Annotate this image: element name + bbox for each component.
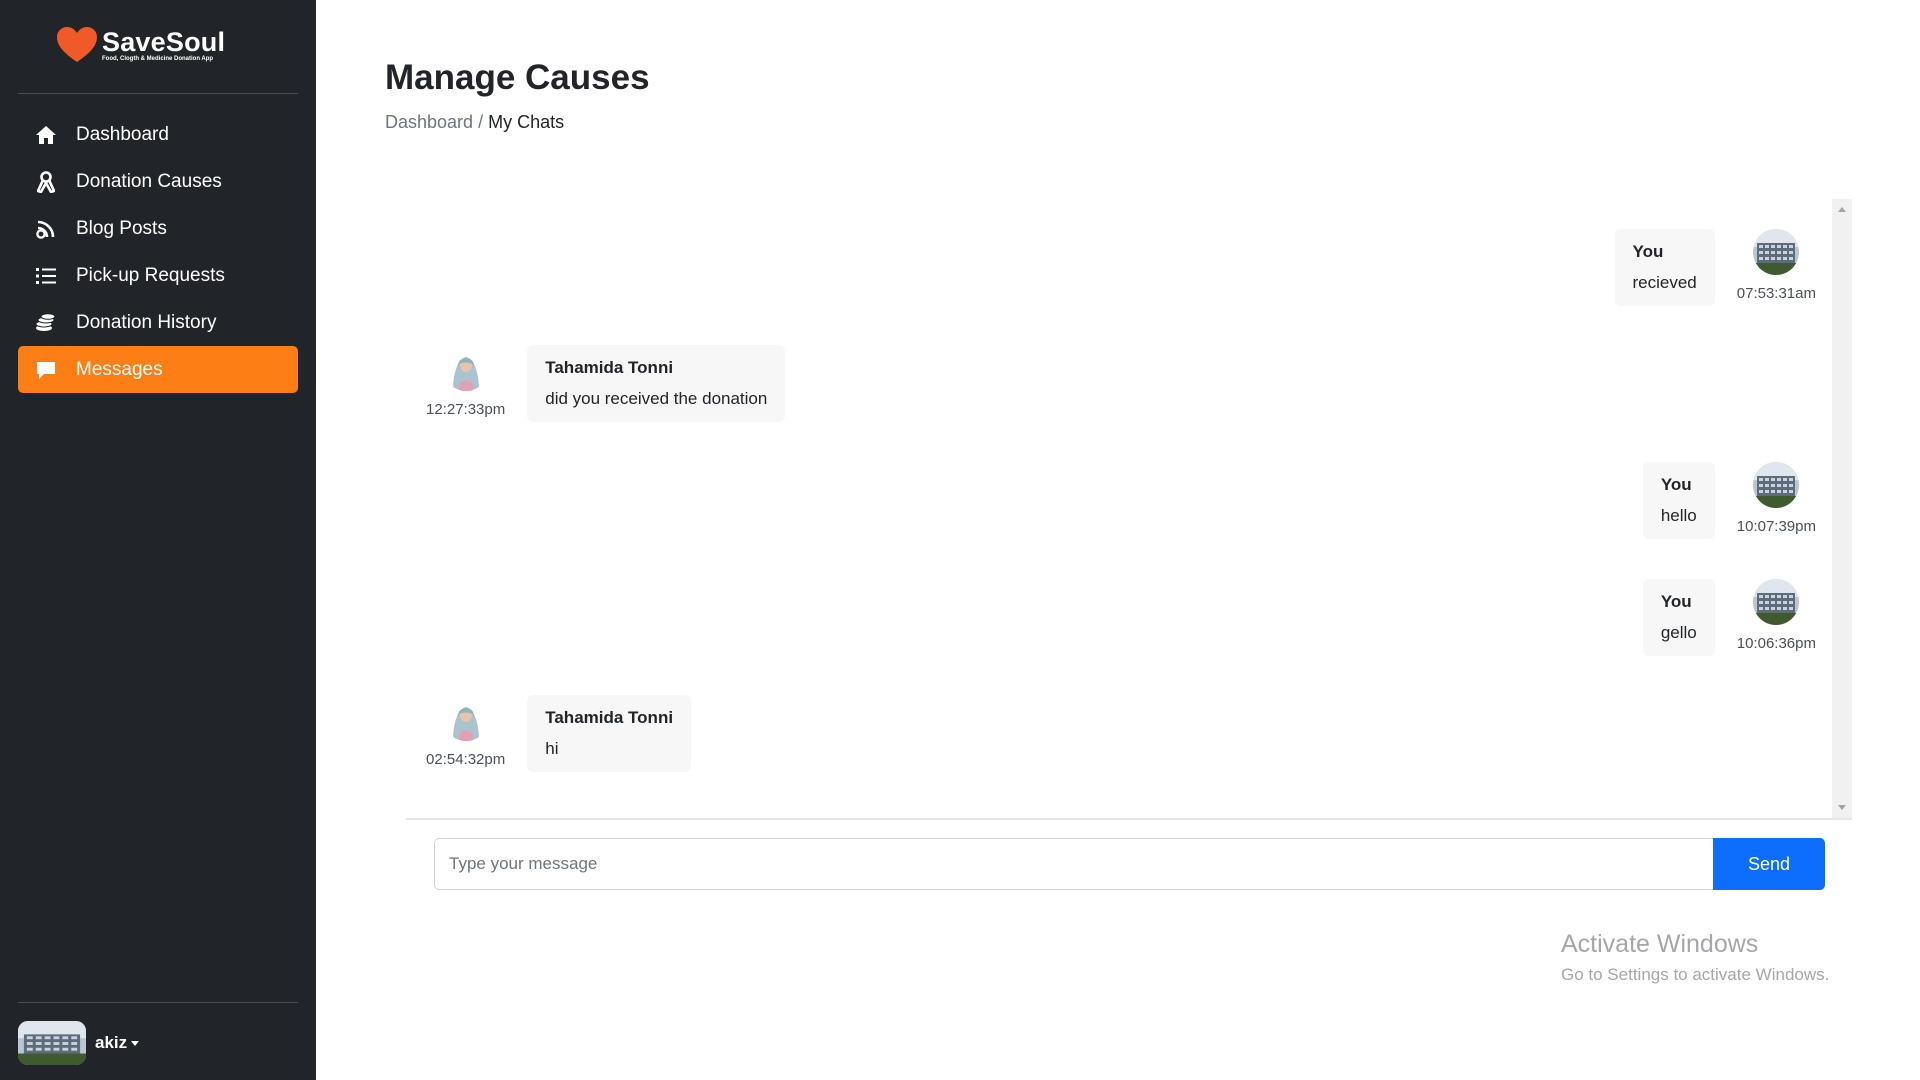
message-bubble: You hello: [1642, 462, 1715, 539]
avatar: [1753, 229, 1799, 275]
message-meta: 02:54:32pm: [426, 695, 505, 768]
chat-message: You recieved 07:53:31am: [1614, 229, 1816, 306]
message-bubble: You gello: [1642, 579, 1715, 656]
avatar: [443, 695, 489, 741]
user-menu[interactable]: akiz: [18, 1021, 140, 1065]
brand-name: SaveSoul: [102, 27, 226, 57]
chat-message: 12:27:33pm Tahamida Tonni did you receiv…: [426, 345, 786, 422]
sidebar-item-label: Donation History: [76, 311, 217, 333]
sidebar-item-label: Donation Causes: [76, 170, 222, 192]
send-button[interactable]: Send: [1713, 838, 1825, 890]
message-time: 10:06:36pm: [1736, 635, 1816, 652]
message-input[interactable]: [434, 838, 1713, 890]
coins-icon: [34, 311, 58, 335]
message-meta: 12:27:33pm: [426, 345, 505, 418]
sidebar-item-label: Messages: [76, 358, 163, 380]
chat-scrollbar[interactable]: [1832, 199, 1852, 818]
avatar: [18, 1021, 86, 1065]
sidebar-item-label: Blog Posts: [76, 217, 167, 239]
scroll-up-arrow-icon[interactable]: [1838, 207, 1846, 212]
sidebar-divider-top: [18, 93, 298, 94]
message-meta: 10:07:39pm: [1737, 462, 1816, 535]
sidebar-item-pickup-requests[interactable]: Pick-up Requests: [18, 252, 298, 299]
sidebar-nav: Dashboard Donation Causes Blog Posts Pic…: [18, 111, 298, 393]
brand-tagline: Food, Clogth & Medicine Donation App: [102, 56, 214, 62]
message-meta: 07:53:31am: [1737, 229, 1816, 302]
sidebar-item-dashboard[interactable]: Dashboard: [18, 111, 298, 158]
caret-down-icon: [131, 1040, 140, 1046]
page-title: Manage Causes: [385, 58, 650, 97]
message-time: 07:53:31am: [1736, 285, 1816, 302]
list-icon: [34, 264, 58, 288]
chat-messages[interactable]: You recieved 07:53:31am 12:27:33pm Taham…: [406, 199, 1852, 818]
message-time: 02:54:32pm: [426, 751, 506, 768]
message-bubble: Tahamida Tonni hi: [527, 695, 692, 772]
chat-message: You hello 10:07:39pm: [1642, 462, 1816, 539]
chat-icon: [34, 358, 58, 382]
chat-divider: [406, 818, 1852, 820]
message-sender: Tahamida Tonni: [545, 708, 674, 727]
sidebar-item-label: Pick-up Requests: [76, 264, 225, 286]
message-sender: You: [1660, 592, 1692, 611]
sidebar-item-donation-history[interactable]: Donation History: [18, 299, 298, 346]
message-text: hi: [545, 739, 559, 758]
home-icon: [34, 123, 58, 147]
chat-message: You gello 10:06:36pm: [1642, 579, 1816, 656]
message-sender: Tahamida Tonni: [545, 358, 674, 377]
sidebar-item-label: Dashboard: [76, 123, 169, 145]
message-bubble: You recieved: [1614, 229, 1715, 306]
message-composer: Send: [434, 838, 1825, 890]
message-text: did you received the donation: [545, 389, 768, 408]
sidebar: SaveSoul Food, Clogth & Medicine Donatio…: [0, 0, 316, 1080]
breadcrumb: Dashboard / My Chats: [385, 112, 564, 133]
ribbon-icon: [34, 170, 58, 194]
sidebar-item-donation-causes[interactable]: Donation Causes: [18, 158, 298, 205]
avatar: [443, 345, 489, 391]
sidebar-divider-bottom: [18, 1002, 298, 1003]
message-text: hello: [1660, 506, 1697, 525]
message-time: 10:07:39pm: [1736, 518, 1816, 535]
windows-activation-watermark: Activate Windows Go to Settings to activ…: [1561, 930, 1829, 985]
chat-message: 02:54:32pm Tahamida Tonni hi: [426, 695, 692, 772]
watermark-title: Activate Windows: [1561, 930, 1759, 958]
message-text: gello: [1660, 623, 1697, 642]
avatar: [1753, 579, 1799, 625]
sidebar-item-blog-posts[interactable]: Blog Posts: [18, 205, 298, 252]
message-text: recieved: [1632, 273, 1697, 292]
blog-icon: [34, 217, 58, 241]
message-sender: You: [1632, 242, 1664, 261]
breadcrumb-current: My Chats: [488, 112, 565, 132]
breadcrumb-link-dashboard[interactable]: Dashboard: [385, 112, 473, 132]
brand-logo[interactable]: SaveSoul Food, Clogth & Medicine Donatio…: [56, 26, 225, 64]
user-name: akiz: [95, 1033, 128, 1052]
breadcrumb-separator: /: [478, 112, 484, 132]
message-sender: You: [1660, 475, 1692, 494]
avatar: [1753, 462, 1799, 508]
message-meta: 10:06:36pm: [1737, 579, 1816, 652]
message-bubble: Tahamida Tonni did you received the dona…: [527, 345, 786, 422]
sidebar-item-messages[interactable]: Messages: [18, 346, 298, 393]
scroll-down-arrow-icon[interactable]: [1838, 805, 1846, 810]
watermark-subtitle: Go to Settings to activate Windows.: [1561, 965, 1830, 984]
heart-logo-icon: [57, 27, 97, 62]
message-time: 12:27:33pm: [426, 401, 506, 418]
